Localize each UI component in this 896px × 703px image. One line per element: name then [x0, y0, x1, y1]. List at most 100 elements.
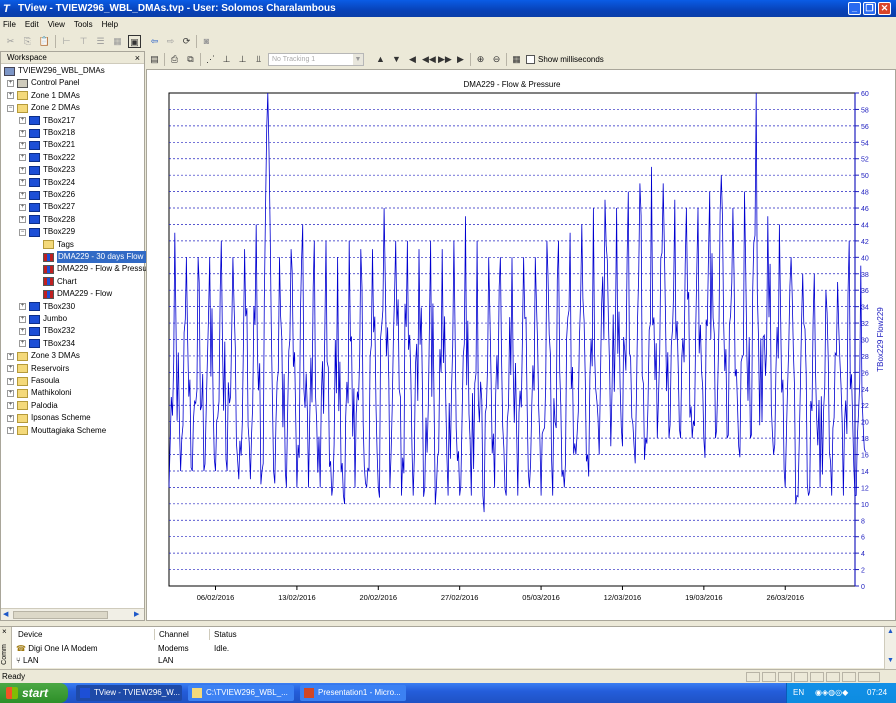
scroll-left-icon[interactable]: ◀	[3, 610, 8, 618]
tree-item[interactable]: + Fasoula	[7, 375, 59, 387]
flow-chart[interactable]: DMA229 - Flow & Pressure0246810121416182…	[147, 70, 895, 620]
zoom-out-icon[interactable]: ⊖	[490, 53, 503, 66]
expand-icon[interactable]: +	[7, 92, 14, 100]
tree-item[interactable]: Tags	[43, 239, 74, 251]
expand-icon[interactable]: +	[7, 365, 14, 373]
expand-icon[interactable]: +	[19, 203, 26, 211]
menu-file[interactable]: File	[3, 20, 16, 29]
close-icon[interactable]: ×	[135, 52, 140, 64]
task-tview[interactable]: TView - TVIEW296_W...	[76, 685, 182, 701]
paste-icon[interactable]: 📋	[38, 35, 51, 48]
expand-icon[interactable]: +	[19, 315, 26, 323]
minimize-button[interactable]: _	[848, 2, 861, 15]
expand-icon[interactable]: +	[19, 141, 26, 149]
tree-item[interactable]: + Jumbo	[19, 313, 67, 325]
menu-edit[interactable]: Edit	[25, 20, 39, 29]
tracking-select[interactable]: No Tracking 1 ▼	[268, 53, 364, 66]
grid-icon[interactable]: ▦	[111, 35, 124, 48]
expand-icon[interactable]: +	[19, 216, 26, 224]
maximize-button[interactable]: ❐	[863, 2, 876, 15]
print-icon[interactable]: ⎙	[168, 53, 181, 66]
menu-tools[interactable]: Tools	[74, 20, 93, 29]
expand-icon[interactable]: +	[19, 129, 26, 137]
close-icon[interactable]: ×	[2, 627, 7, 636]
expand-icon[interactable]: +	[7, 352, 14, 360]
scroll-up-icon[interactable]: ▲	[885, 628, 896, 635]
hierarchy-icon[interactable]: ⊤	[77, 35, 90, 48]
collapse-icon[interactable]: −	[19, 228, 26, 236]
arrow-up-icon[interactable]: ▲	[374, 53, 387, 66]
cut-icon[interactable]: ✂	[4, 35, 17, 48]
tree-item[interactable]: + TBox224	[19, 177, 75, 189]
collapse-icon[interactable]: −	[7, 104, 14, 112]
back-icon[interactable]: ⇦	[148, 35, 161, 48]
horizontal-scrollbar[interactable]: ◀ ▶	[1, 608, 144, 620]
expand-icon[interactable]: +	[19, 340, 26, 348]
tree-item[interactable]: + Palodia	[7, 400, 58, 412]
tree-item[interactable]: + TBox227	[19, 201, 75, 213]
tree-item[interactable]: + TBox218	[19, 127, 75, 139]
tree-item[interactable]: + Control Panel	[7, 77, 79, 89]
copy-chart-icon[interactable]: ⧉	[184, 53, 197, 66]
scatter-icon[interactable]: ⋰	[204, 53, 217, 66]
tree-icon[interactable]: ⊢	[60, 35, 73, 48]
cursor-1-icon[interactable]: ⊥	[220, 53, 233, 66]
expand-icon[interactable]: +	[7, 377, 14, 385]
expand-icon[interactable]: +	[7, 402, 14, 410]
expand-icon[interactable]: +	[19, 179, 26, 187]
zoom-in-icon[interactable]: ⊕	[474, 53, 487, 66]
scroll-down-icon[interactable]: ▼	[885, 657, 896, 664]
language-indicator[interactable]: EN	[793, 683, 804, 703]
tree-item[interactable]: + Ipsonas Scheme	[7, 412, 91, 424]
close-button[interactable]: ✕	[878, 2, 891, 15]
cursor-pair-icon[interactable]: ⫫	[252, 53, 265, 66]
expand-icon[interactable]: +	[7, 389, 14, 397]
tree-item[interactable]: + TBox232	[19, 325, 75, 337]
menu-view[interactable]: View	[48, 20, 65, 29]
tree-item[interactable]: + TBox223	[19, 164, 75, 176]
menu-help[interactable]: Help	[102, 20, 118, 29]
task-explorer[interactable]: C:\TVIEW296_WBL_...	[188, 685, 294, 701]
expand-icon[interactable]: +	[19, 303, 26, 311]
tree-item[interactable]: + TBox222	[19, 152, 75, 164]
arrow-right-icon[interactable]: ▶	[454, 53, 467, 66]
tree-item[interactable]: Chart	[43, 276, 77, 288]
arrow-down-icon[interactable]: ▼	[390, 53, 403, 66]
expand-icon[interactable]: +	[7, 427, 14, 435]
tree-item[interactable]: + Zone 3 DMAs	[7, 350, 80, 362]
fast-back-icon[interactable]: ◀◀	[422, 53, 436, 66]
expand-icon[interactable]: +	[19, 191, 26, 199]
tree-item[interactable]: + Zone 1 DMAs	[7, 90, 80, 102]
scroll-right-icon[interactable]: ▶	[134, 610, 139, 618]
tree-item[interactable]: + TBox230	[19, 301, 75, 313]
tree-item[interactable]: TVIEW296_WBL_DMAs	[4, 65, 105, 77]
tree-item[interactable]: − TBox229	[19, 226, 75, 238]
tray-icons[interactable]: ◉◈◍◎◆	[815, 683, 848, 703]
table-row[interactable]: ⑂ LAN	[16, 655, 39, 666]
column-device[interactable]: Device	[14, 629, 155, 640]
cursor-2-icon[interactable]: ⊥	[236, 53, 249, 66]
fast-forward-icon[interactable]: ▶▶	[438, 53, 452, 66]
tree-item[interactable]: + TBox226	[19, 189, 75, 201]
expand-icon[interactable]: +	[19, 117, 26, 125]
scrollbar-thumb[interactable]	[13, 611, 108, 619]
tree-item[interactable]: + Mathikoloni	[7, 387, 71, 399]
tree-item[interactable]: + Mouttagiaka Scheme	[7, 425, 106, 437]
start-button[interactable]: start	[0, 683, 68, 703]
tree-item[interactable]: + TBox221	[19, 139, 75, 151]
expand-icon[interactable]: +	[19, 154, 26, 162]
camera-icon[interactable]: ◙	[200, 35, 213, 48]
expand-icon[interactable]: +	[7, 79, 14, 87]
show-milliseconds-checkbox[interactable]	[526, 55, 535, 64]
column-channel[interactable]: Channel	[155, 629, 210, 640]
tree-item[interactable]: DMA229 - Flow & Pressur	[43, 263, 149, 275]
workspace-toggle-icon[interactable]: ▣	[128, 34, 141, 48]
calendar-icon[interactable]: ▦	[510, 53, 523, 66]
expand-icon[interactable]: +	[19, 327, 26, 335]
forward-icon[interactable]: ⇨	[164, 35, 177, 48]
arrow-left-icon[interactable]: ◀	[406, 53, 419, 66]
tree-item[interactable]: + TBox217	[19, 115, 75, 127]
list-icon[interactable]: ☰	[94, 35, 107, 48]
column-status[interactable]: Status	[210, 629, 510, 640]
expand-icon[interactable]: +	[19, 166, 26, 174]
